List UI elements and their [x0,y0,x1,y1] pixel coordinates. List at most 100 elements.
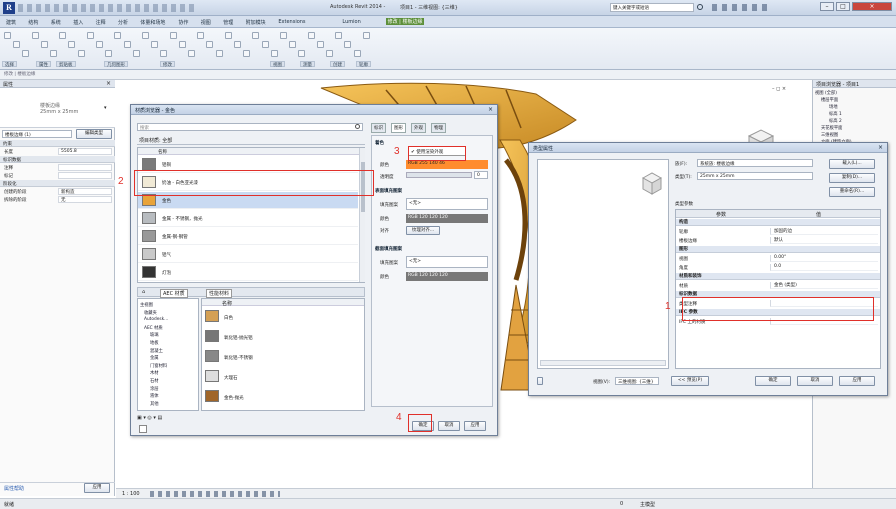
duplicate-button[interactable]: 复制(D)... [829,173,875,183]
library-tree-item[interactable]: 其他 [150,401,159,407]
ribbon-tab[interactable]: 体量和场地 [140,19,165,26]
property-value[interactable]: 无 [58,196,112,203]
library-tree-item[interactable]: 地板 [150,340,159,346]
shading-section[interactable]: 着色 [375,140,384,146]
ribbon-tab[interactable]: 视图 [201,19,211,26]
maximize-button[interactable]: □ [836,2,850,11]
ribbon-tool-icon[interactable] [68,41,76,48]
transparency-slider[interactable] [406,172,472,178]
ribbon-tool-icon[interactable] [169,32,177,39]
ribbon-tool-icon[interactable] [50,50,57,57]
properties-help-link[interactable]: 属性帮助 [4,485,24,492]
ribbon-tab[interactable]: 结构 [28,19,38,26]
type-select[interactable]: 25mm x 25mm [697,172,813,180]
ribbon-tool-icon[interactable] [362,32,370,39]
material-browser-titlebar[interactable]: 材质浏览器 - 金色 × [131,105,497,115]
browser-tree-item[interactable]: 天花板平面 [821,125,842,131]
library-material-item[interactable]: 氧化铝-不锈钢 [202,348,364,367]
ribbon-tool-icon[interactable] [316,41,324,48]
ribbon-tab[interactable]: 管理 [223,19,233,26]
close-icon[interactable]: × [878,144,883,151]
properties-section-header[interactable]: 约束 [0,140,115,147]
ribbon-tool-icon[interactable] [307,32,315,39]
properties-section-header[interactable]: 阶段化 [0,180,115,187]
library-tree-item[interactable]: 玻璃 [150,332,159,338]
library-tab-aec[interactable]: AEC 材质 [160,289,188,298]
ribbon-tool-icon[interactable] [114,32,122,39]
ribbon-tab[interactable]: 建筑 [6,19,16,26]
material-list-item[interactable]: 铝气 [138,246,358,263]
library-tab-performance[interactable]: 性能材料 [206,289,233,298]
cut-fill-pattern[interactable]: <无> [406,256,488,268]
ribbon-tool-icon[interactable] [234,41,241,48]
asset-tab[interactable]: 外观 [411,123,426,133]
search-icon[interactable] [697,4,703,10]
ribbon-tab[interactable]: 系统 [51,19,61,26]
material-search-input[interactable]: 搜索 [137,123,363,131]
apply-button[interactable]: 应用 [84,483,110,493]
param-section-header[interactable]: 图形 [676,246,880,253]
properties-section-header[interactable]: 标识数据 [0,156,115,163]
browser-tree-item[interactable]: 场地 [829,104,838,110]
search-input[interactable]: 键入关键字或短语 [610,3,694,12]
ribbon-tab[interactable]: 修改 | 楼板边缘 [385,18,425,25]
param-section-header[interactable]: 构造 [676,219,880,226]
library-material-item[interactable]: 氧化铝-抛光铝 [202,328,364,347]
ribbon-tool-icon[interactable] [270,50,278,57]
ribbon-tool-icon[interactable] [59,32,67,39]
ribbon-tab[interactable]: 协作 [178,19,188,26]
ribbon-tool-icon[interactable] [160,50,168,57]
library-tree-item[interactable]: 液体 [150,393,159,399]
type-properties-titlebar[interactable]: 类型属性 × [529,143,887,153]
ribbon-tool-icon[interactable] [4,32,11,39]
library-tree-item[interactable]: Autodesk... [144,317,168,322]
shading-color-swatch[interactable]: RGB 255 140 46 [406,160,488,169]
view-window-controls[interactable]: – ◻ × [772,86,786,92]
ribbon-tab[interactable]: 注释 [96,19,106,26]
cut-pattern-section[interactable]: 截面填充图案 [375,246,402,252]
apply-button[interactable]: 应用 [464,421,486,431]
ribbon-tool-icon[interactable] [123,41,131,48]
minimize-button[interactable]: – [820,2,834,11]
browser-tree-item[interactable]: 标高 1 [829,111,842,117]
material-editor-icon[interactable] [139,425,147,433]
cancel-button[interactable]: 取消 [438,421,460,431]
ribbon-tool-icon[interactable] [344,41,352,48]
asset-tab[interactable]: 标识 [371,123,386,133]
surface-fill-pattern[interactable]: <无> [406,198,488,210]
ribbon-tool-icon[interactable] [188,50,195,57]
ribbon-tool-icon[interactable] [326,50,333,57]
browser-tree-item[interactable]: 楼层平面 [821,97,838,103]
ribbon-tool-icon[interactable] [151,41,159,48]
view-scale[interactable]: 1 : 100 [122,491,140,497]
ribbon-tool-icon[interactable] [105,50,113,57]
material-list-scrollbar[interactable] [359,148,365,282]
ribbon-tool-icon[interactable] [77,50,85,57]
param-value[interactable]: 0.0 [770,264,878,271]
library-tree-item[interactable]: 收藏夹 [144,310,157,316]
ribbon-tool-icon[interactable] [280,32,287,39]
project-materials-filter[interactable]: 项目材质: 全部 [139,137,172,144]
preview-settings-icon[interactable] [537,377,543,385]
material-list-item[interactable]: 灯泡 [138,264,358,281]
ribbon-tool-icon[interactable] [252,32,260,39]
ribbon-tool-icon[interactable] [206,41,214,48]
ribbon-tool-icon[interactable] [142,32,149,39]
ribbon-tool-icon[interactable] [224,32,232,39]
type-selector[interactable]: 楼板边缘 25mm x 25mm ▾ [0,88,115,128]
browser-tree-item[interactable]: 视图 (全部) [815,90,837,96]
ribbon-tab[interactable]: 附加模块 [246,19,266,26]
ribbon-tool-icon[interactable] [353,50,361,57]
library-toolbar-icons[interactable]: ▣ ▾ ◎ ▾ ▤ [137,415,167,423]
property-value[interactable] [58,164,112,171]
ribbon-tool-icon[interactable] [40,41,48,48]
material-list-item[interactable]: 金属 - 不锈钢，抛光 [138,210,358,227]
load-button[interactable]: 载入(L)... [829,159,875,169]
ribbon-tool-icon[interactable] [31,32,39,39]
ribbon-tool-icon[interactable] [289,41,297,48]
status-model[interactable]: 主模型 [640,501,655,508]
ribbon-tool-icon[interactable] [215,50,223,57]
chevron-down-icon[interactable]: ▾ [104,105,107,111]
param-section-header[interactable]: 材质和装饰 [676,273,880,280]
transparency-value[interactable]: 0 [474,171,488,179]
